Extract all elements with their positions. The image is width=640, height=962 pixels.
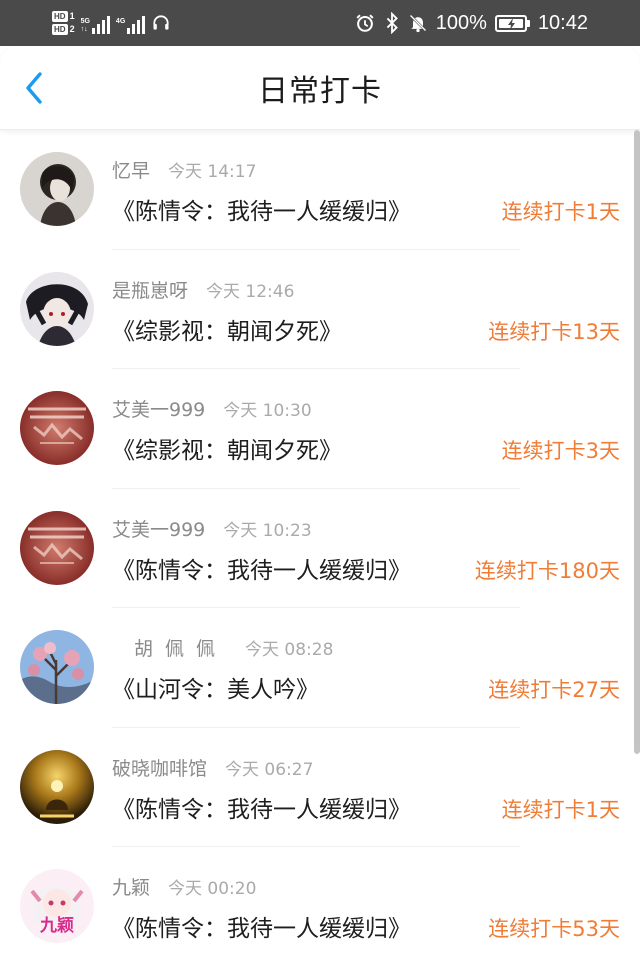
sim-indicators: HD 1 HD 2 [52, 11, 75, 35]
book-title[interactable]: 《陈情令：我待一人缓缓归》 [112, 192, 411, 226]
sim1-number: 1 [69, 11, 75, 21]
status-bar: HD 1 HD 2 5G ↑↓ 4G 100% 10:42 [0, 0, 640, 46]
status-right: 100% 10:42 [354, 0, 588, 46]
headphone-icon [153, 15, 169, 30]
username[interactable]: 艾美一999 [112, 515, 205, 542]
network-type-1: 5G [80, 18, 90, 25]
checkin-meta: 艾美一999 今天 10:30 [112, 395, 312, 422]
clock: 10:42 [537, 11, 588, 34]
streak-label: 连续打卡53天 [488, 917, 620, 941]
book-title[interactable]: 《陈情令：我待一人缓缓归》 [112, 790, 411, 824]
list-item[interactable]: 艾美一999 今天 10:23 《陈情令：我待一人缓缓归》 连续打卡180天 [0, 489, 640, 609]
nav-header: 日常打卡 [0, 46, 640, 130]
username[interactable]: 破晓咖啡馆 [112, 754, 207, 781]
book-title[interactable]: 《陈情令：我待一人缓缓归》 [112, 909, 411, 943]
signal-bars-1-icon [91, 16, 110, 34]
username[interactable]: 艾美一999 [112, 395, 205, 422]
list-item[interactable]: 是瓶崽呀 今天 12:46 《综影视：朝闻夕死》 连续打卡13天 [0, 250, 640, 370]
book-title[interactable]: 《综影视：朝闻夕死》 [112, 312, 342, 346]
hd-badge-2: HD [52, 24, 68, 35]
streak-label: 连续打卡13天 [488, 319, 620, 344]
avatar[interactable] [20, 749, 94, 824]
checkin-time: 今天 10:30 [223, 401, 312, 421]
back-button[interactable] [14, 68, 54, 108]
checkin-meta: 胡佩佩 今天 08:28 [112, 634, 333, 661]
avatar[interactable] [20, 152, 94, 226]
mute-icon [409, 14, 427, 33]
battery-percent: 100% [435, 11, 487, 34]
checkin-time: 今天 14:17 [168, 162, 257, 182]
checkin-list[interactable]: 忆早 今天 14:17 《陈情令：我待一人缓缓归》 连续打卡1天 是瓶崽呀 今天… [0, 130, 640, 962]
avatar[interactable] [20, 271, 94, 346]
username[interactable]: 九颖 [112, 873, 150, 900]
book-title[interactable]: 《山河令：美人吟》 [112, 670, 319, 704]
book-title[interactable]: 《综影视：朝闻夕死》 [112, 431, 342, 465]
signal-1: 5G ↑↓ [81, 12, 110, 34]
status-left: HD 1 HD 2 5G ↑↓ 4G [52, 6, 171, 40]
username[interactable]: 胡佩佩 [134, 634, 227, 661]
avatar[interactable]: 九颖 [20, 869, 94, 943]
avatar[interactable] [20, 510, 94, 585]
checkin-meta: 是瓶崽呀 今天 12:46 [112, 276, 294, 303]
list-item[interactable]: 忆早 今天 14:17 《陈情令：我待一人缓缓归》 连续打卡1天 [0, 130, 640, 250]
avatar[interactable] [20, 391, 94, 465]
signal-2: 4G [115, 12, 146, 34]
checkin-meta: 破晓咖啡馆 今天 06:27 [112, 754, 313, 781]
checkin-time: 今天 06:27 [225, 759, 314, 780]
checkin-time: 今天 00:20 [168, 879, 257, 899]
scrollbar[interactable] [634, 130, 640, 754]
chevron-left-icon [26, 72, 42, 104]
list-item[interactable]: 破晓咖啡馆 今天 06:27 《陈情令：我待一人缓缓归》 连续打卡1天 [0, 728, 640, 848]
alarm-icon [356, 14, 374, 32]
username[interactable]: 忆早 [112, 156, 150, 183]
streak-label: 连续打卡3天 [501, 439, 620, 463]
streak-label: 连续打卡1天 [501, 797, 620, 822]
checkin-meta: 艾美一999 今天 10:23 [112, 515, 312, 542]
bluetooth-icon [386, 12, 398, 34]
list-item[interactable]: 胡佩佩 今天 08:28 《山河令：美人吟》 连续打卡27天 [0, 608, 640, 728]
network-type-2: 4G [115, 18, 126, 25]
avatar-text: 九颖 [39, 915, 74, 936]
checkin-meta: 九颖 今天 00:20 [112, 873, 256, 900]
streak-label: 连续打卡27天 [488, 678, 620, 702]
checkin-time: 今天 08:28 [245, 640, 334, 660]
hd-badge-1: HD [52, 11, 68, 22]
page-title: 日常打卡 [258, 73, 382, 109]
checkin-time: 今天 12:46 [206, 281, 295, 302]
username[interactable]: 是瓶崽呀 [112, 276, 188, 303]
signal-bars-2-icon [127, 16, 146, 34]
streak-label: 连续打卡1天 [501, 200, 620, 224]
avatar[interactable] [20, 630, 94, 704]
book-title[interactable]: 《陈情令：我待一人缓缓归》 [112, 551, 411, 585]
sim2-number: 2 [69, 24, 75, 34]
checkin-meta: 忆早 今天 14:17 [112, 156, 256, 183]
battery-charging-icon [494, 14, 530, 32]
list-item[interactable]: 艾美一999 今天 10:30 《综影视：朝闻夕死》 连续打卡3天 [0, 369, 640, 489]
checkin-time: 今天 10:23 [223, 520, 312, 541]
streak-label: 连续打卡180天 [474, 558, 620, 583]
list-item[interactable]: 九颖 九颖 今天 00:20 《陈情令：我待一人缓缓归》 连续打卡53天 [0, 847, 640, 962]
